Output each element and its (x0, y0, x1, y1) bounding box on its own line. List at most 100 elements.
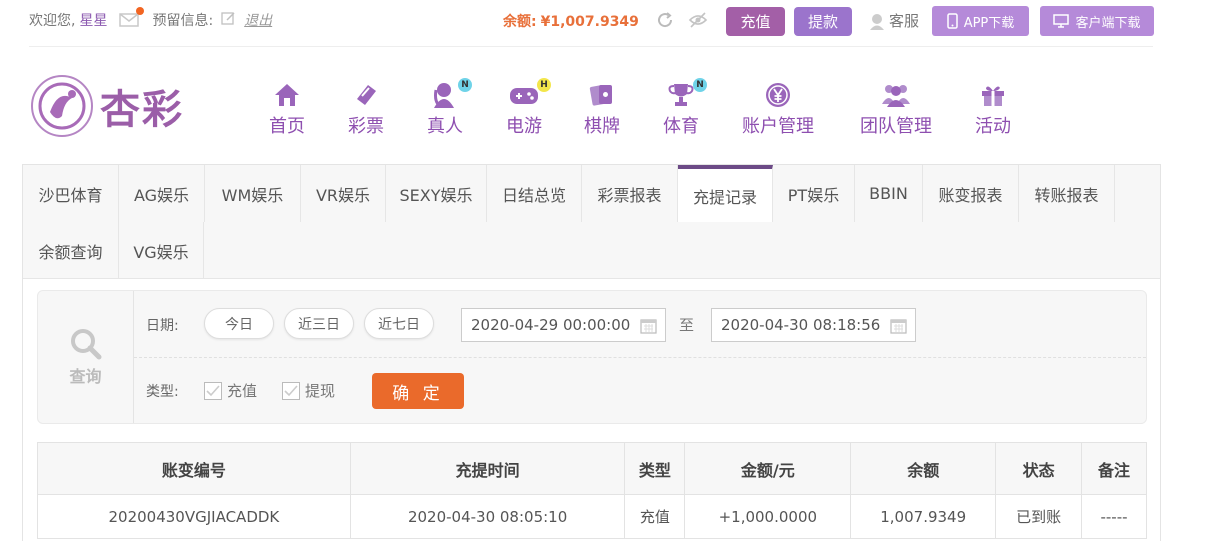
cell-status: 已到账 (995, 494, 1083, 539)
last-3-days-button[interactable]: 近三日 (284, 308, 354, 339)
nav-label: 真人 (427, 116, 463, 137)
welcome-text: 欢迎您, (29, 13, 76, 29)
brand-logo[interactable]: 杏彩 (28, 72, 184, 140)
tab-daily-summary[interactable]: 日结总览 (487, 165, 582, 222)
monitor-icon (1053, 14, 1070, 28)
tab-wm[interactable]: WM娱乐 (205, 165, 301, 222)
edit-icon[interactable] (221, 11, 236, 30)
calendar-icon[interactable] (890, 317, 907, 338)
nav-item-promotions[interactable]: 活动 (948, 80, 1038, 138)
cell-remark: ----- (1081, 494, 1147, 539)
col-header-status: 状态 (995, 442, 1083, 495)
lottery-ticket-icon (352, 80, 380, 110)
hot-badge: H (537, 78, 551, 92)
col-header-remark: 备注 (1081, 442, 1147, 495)
cell-amount: +1,000.0000 (684, 494, 852, 539)
nav-item-egames[interactable]: H 电游 (479, 78, 569, 138)
tab-saba-sports[interactable]: 沙巴体育 (23, 165, 119, 222)
customer-service-link[interactable]: 客服 (868, 10, 919, 31)
mail-icon[interactable] (119, 7, 145, 28)
search-form: 查询 日期: 今日 近三日 近七日 2020-04-29 00:00:00 至 … (37, 290, 1147, 424)
phone-icon (946, 13, 958, 29)
recharge-checkbox[interactable]: 充值 (204, 380, 257, 401)
app-download-label: APP下载 (963, 15, 1015, 31)
cell-balance: 1,007.9349 (850, 494, 997, 539)
tab-pt[interactable]: PT娱乐 (773, 165, 855, 222)
tab-transfer-report[interactable]: 转账报表 (1019, 165, 1115, 222)
nav-item-lottery[interactable]: 彩票 (321, 80, 411, 138)
nav-item-chess[interactable]: 棋牌 (557, 80, 647, 138)
nav-item-account[interactable]: 账户管理 (733, 80, 823, 138)
row-divider (134, 357, 1146, 358)
notification-dot (136, 7, 145, 15)
search-icon (70, 329, 101, 360)
balance-value: ¥1,007.9349 (540, 14, 639, 30)
check-icon (206, 384, 220, 396)
new-badge: N (458, 78, 472, 92)
tab-vr[interactable]: VR娱乐 (301, 165, 386, 222)
client-download-button[interactable]: 客户端下载 (1040, 6, 1154, 36)
report-panel: 沙巴体育 AG娱乐 WM娱乐 VR娱乐 SEXY娱乐 日结总览 彩票报表 充提记… (22, 164, 1161, 541)
balance-label: 余额: (503, 14, 537, 30)
team-icon (881, 80, 911, 110)
today-button[interactable]: 今日 (204, 308, 274, 339)
yen-coin-icon (764, 80, 792, 110)
checkbox-box[interactable] (204, 381, 222, 400)
customer-service-icon (870, 13, 884, 30)
type-label: 类型: (146, 384, 179, 400)
top-bar: 欢迎您, 星星 预留信息: 退出 余额: ¥1,007.9349 充值 提款 客服… (0, 0, 1208, 44)
new-badge: N (693, 78, 707, 92)
recharge-checkbox-label: 充值 (227, 382, 258, 400)
search-panel-label: 查询 (38, 291, 134, 423)
trophy-icon: N (667, 78, 707, 110)
col-header-time: 充提时间 (349, 442, 626, 495)
nav-label: 活动 (975, 116, 1011, 137)
nav-item-home[interactable]: 首页 (242, 80, 332, 138)
logo-text: 杏彩 (100, 86, 184, 133)
calendar-icon[interactable] (640, 317, 657, 338)
nav-item-sports[interactable]: N 体育 (636, 78, 726, 138)
confirm-button[interactable]: 确 定 (372, 373, 464, 409)
withdraw-button[interactable]: 提款 (794, 7, 852, 36)
col-header-transaction-id: 账变编号 (37, 442, 351, 495)
gamepad-icon: H (509, 78, 551, 110)
cards-icon (588, 80, 616, 110)
end-date-value: 2020-04-30 08:18:56 (721, 316, 881, 334)
tab-vg[interactable]: VG娱乐 (119, 222, 204, 279)
tab-balance-query[interactable]: 余额查询 (23, 222, 119, 279)
balance-display: 余额: ¥1,007.9349 (503, 11, 639, 31)
logout-link[interactable]: 退出 (244, 10, 272, 30)
nav-item-team[interactable]: 团队管理 (851, 80, 941, 138)
col-header-type: 类型 (624, 442, 686, 495)
last-7-days-button[interactable]: 近七日 (364, 308, 434, 339)
col-header-balance: 余额 (850, 442, 997, 495)
nav-item-live[interactable]: N 真人 (400, 78, 490, 138)
nav-label: 棋牌 (584, 116, 620, 137)
cell-time: 2020-04-30 08:05:10 (349, 494, 626, 539)
hide-balance-eye-icon[interactable] (688, 11, 708, 33)
tab-account-change-report[interactable]: 账变报表 (923, 165, 1019, 222)
tab-deposit-withdraw-records[interactable]: 充提记录 (678, 165, 773, 222)
col-header-amount: 金额/元 (684, 442, 852, 495)
checkbox-box[interactable] (282, 381, 300, 400)
app-download-button[interactable]: APP下载 (932, 6, 1029, 36)
withdraw-checkbox-label: 提现 (305, 382, 336, 400)
tab-sexy[interactable]: SEXY娱乐 (386, 165, 487, 222)
start-date-input[interactable]: 2020-04-29 00:00:00 (461, 308, 666, 342)
end-date-input[interactable]: 2020-04-30 08:18:56 (711, 308, 916, 342)
client-download-label: 客户端下载 (1075, 15, 1141, 31)
username[interactable]: 星星 (79, 10, 107, 30)
tab-lottery-report[interactable]: 彩票报表 (582, 165, 678, 222)
table-header-row: 账变编号 充提时间 类型 金额/元 余额 状态 备注 (37, 442, 1147, 495)
withdraw-checkbox[interactable]: 提现 (282, 380, 335, 401)
cell-type: 充值 (624, 494, 686, 539)
nav-label: 电游 (506, 116, 542, 137)
cell-transaction-id: 20200430VGJIACADDK (37, 494, 351, 539)
recharge-button[interactable]: 充值 (726, 7, 785, 36)
nav-label: 团队管理 (860, 116, 932, 137)
query-label: 查询 (69, 367, 102, 386)
nav-label: 账户管理 (742, 116, 814, 137)
tab-ag[interactable]: AG娱乐 (119, 165, 205, 222)
refresh-icon[interactable] (656, 11, 674, 33)
tab-bbin[interactable]: BBIN (855, 165, 923, 222)
